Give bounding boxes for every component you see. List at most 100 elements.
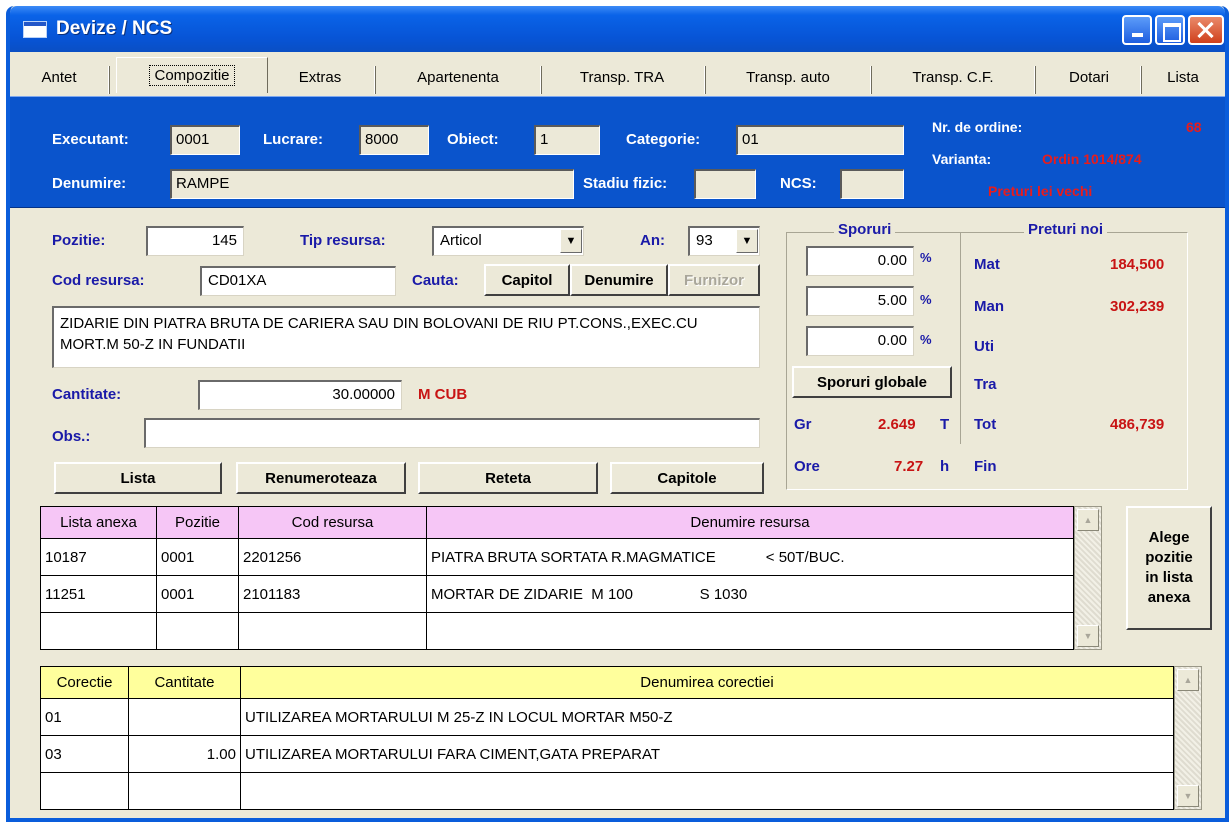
table-cell[interactable] xyxy=(40,612,157,650)
scroll-down-icon[interactable]: ▼ xyxy=(1077,625,1099,647)
column-header[interactable]: Denumirea corectiei xyxy=(240,666,1174,699)
table-cell[interactable]: UTILIZAREA MORTARULUI M 25-Z IN LOCUL MO… xyxy=(240,698,1174,736)
table-cell[interactable]: 11251 xyxy=(40,575,157,613)
column-header[interactable]: Lista anexa xyxy=(40,506,157,539)
stadiu-fizic-label: Stadiu fizic: xyxy=(583,175,668,192)
tab-transp-tra[interactable]: Transp. TRA xyxy=(548,62,696,92)
tab-apartenenta[interactable]: Apartenenta xyxy=(382,62,534,92)
table-cell[interactable]: UTILIZAREA MORTARULUI FARA CIMENT,GATA P… xyxy=(240,735,1174,773)
tip-resursa-value: Articol xyxy=(440,232,482,249)
tab-extras[interactable]: Extras xyxy=(274,62,366,92)
table-cell[interactable]: MORTAR DE ZIDARIE M 100 S 1030 xyxy=(426,575,1074,613)
table-cell[interactable]: 03 xyxy=(40,735,129,773)
table-row[interactable]: 10187 0001 2201256 PIATRA BRUTA SORTATA … xyxy=(40,538,1074,576)
stadiu-fizic-field[interactable] xyxy=(694,169,756,199)
table-cell[interactable] xyxy=(40,772,129,810)
capitole-button[interactable]: Capitole xyxy=(610,462,764,494)
table-cell[interactable]: 10187 xyxy=(40,538,157,576)
close-button[interactable] xyxy=(1188,15,1224,45)
categorie-field[interactable]: 01 xyxy=(736,125,904,155)
table-cell[interactable] xyxy=(238,612,427,650)
tab-separator xyxy=(1140,66,1142,94)
ncs-field[interactable] xyxy=(840,169,904,199)
table-cell[interactable] xyxy=(426,612,1074,650)
man-label: Man xyxy=(974,298,1004,315)
table-row[interactable] xyxy=(40,612,1074,650)
table-cell[interactable] xyxy=(128,698,241,736)
spor-3-field[interactable]: 0.00 xyxy=(806,326,914,356)
table-cell[interactable]: 01 xyxy=(40,698,129,736)
table-cell[interactable] xyxy=(128,772,241,810)
cantitate-field[interactable]: 30.00000 xyxy=(198,380,402,410)
minimize-button[interactable] xyxy=(1122,15,1152,45)
lista-button[interactable]: Lista xyxy=(54,462,222,494)
sporuri-title: Sporuri xyxy=(834,221,896,238)
table-cell[interactable]: 2101183 xyxy=(238,575,427,613)
an-value: 93 xyxy=(696,232,713,249)
executant-field[interactable]: 0001 xyxy=(170,125,240,155)
preturi-noi-title: Preturi noi xyxy=(1024,221,1108,238)
column-header[interactable]: Pozitie xyxy=(156,506,239,539)
cauta-denumire-button[interactable]: Denumire xyxy=(570,264,668,296)
table-row[interactable] xyxy=(40,772,1174,810)
tab-dotari[interactable]: Dotari xyxy=(1042,62,1136,92)
tab-transp-cf[interactable]: Transp. C.F. xyxy=(878,62,1028,92)
obiect-field[interactable]: 1 xyxy=(534,125,600,155)
tab-separator xyxy=(374,66,376,94)
table-row[interactable]: 01 UTILIZAREA MORTARULUI M 25-Z IN LOCUL… xyxy=(40,698,1174,736)
cantitate-label: Cantitate: xyxy=(52,386,122,403)
anexa-scrollbar[interactable]: ▲ ▼ xyxy=(1074,506,1102,650)
scroll-down-icon[interactable]: ▼ xyxy=(1177,785,1199,807)
pozitie-field[interactable]: 145 xyxy=(146,226,244,256)
tab-compozitie[interactable]: Compozitie xyxy=(116,57,268,93)
lucrare-field[interactable]: 8000 xyxy=(359,125,429,155)
spor-1-pct: % xyxy=(920,250,932,265)
varianta-value: Ordin 1014/874 xyxy=(1042,151,1142,167)
cauta-capitol-button[interactable]: Capitol xyxy=(484,264,570,296)
categorie-label: Categorie: xyxy=(626,131,701,148)
tab-lista[interactable]: Lista xyxy=(1148,62,1218,92)
tra-label: Tra xyxy=(974,376,997,393)
tab-antet[interactable]: Antet xyxy=(18,62,100,92)
tip-resursa-select[interactable]: Articol ▼ xyxy=(432,226,584,256)
pozitie-label: Pozitie: xyxy=(52,232,106,249)
title-bar[interactable]: Devize / NCS xyxy=(10,6,1225,52)
table-cell[interactable]: 2201256 xyxy=(238,538,427,576)
dropdown-arrow-icon[interactable]: ▼ xyxy=(560,229,582,253)
table-cell[interactable]: 0001 xyxy=(156,538,239,576)
table-cell[interactable]: PIATRA BRUTA SORTATA R.MAGMATICE < 50T/B… xyxy=(426,538,1074,576)
cauta-furnizor-button[interactable]: Furnizor xyxy=(668,264,760,296)
tot-value: 486,739 xyxy=(1110,416,1165,433)
table-cell[interactable]: 1.00 xyxy=(128,735,241,773)
tab-separator xyxy=(704,66,706,94)
table-cell[interactable] xyxy=(240,772,1174,810)
denumire-field[interactable]: RAMPE xyxy=(170,169,574,199)
scroll-up-icon[interactable]: ▲ xyxy=(1177,669,1199,691)
maximize-button[interactable] xyxy=(1155,15,1185,45)
renumeroteaza-button[interactable]: Renumeroteaza xyxy=(236,462,406,494)
resursa-description[interactable]: ZIDARIE DIN PIATRA BRUTA DE CARIERA SAU … xyxy=(52,306,760,368)
column-header[interactable]: Cantitate xyxy=(128,666,241,699)
dropdown-arrow-icon[interactable]: ▼ xyxy=(736,229,758,253)
tab-transp-auto[interactable]: Transp. auto xyxy=(712,62,864,92)
tip-resursa-label: Tip resursa: xyxy=(300,232,386,249)
table-row[interactable]: 11251 0001 2101183 MORTAR DE ZIDARIE M 1… xyxy=(40,575,1074,613)
spor-2-field[interactable]: 5.00 xyxy=(806,286,914,316)
group-divider xyxy=(960,232,961,444)
table-cell[interactable]: 0001 xyxy=(156,575,239,613)
an-select[interactable]: 93 ▼ xyxy=(688,226,760,256)
table-row[interactable]: 03 1.00 UTILIZAREA MORTARULUI FARA CIMEN… xyxy=(40,735,1174,773)
table-cell[interactable] xyxy=(156,612,239,650)
column-header[interactable]: Cod resursa xyxy=(238,506,427,539)
scroll-up-icon[interactable]: ▲ xyxy=(1077,509,1099,531)
reteta-button[interactable]: Reteta xyxy=(418,462,598,494)
column-header[interactable]: Denumire resursa xyxy=(426,506,1074,539)
cod-resursa-field[interactable]: CD01XA xyxy=(200,266,396,296)
alege-pozitie-button[interactable]: Alege pozitie in lista anexa xyxy=(1126,506,1212,630)
obs-field[interactable] xyxy=(144,418,760,448)
corectii-scrollbar[interactable]: ▲ ▼ xyxy=(1174,666,1202,810)
column-header[interactable]: Corectie xyxy=(40,666,129,699)
gr-label: Gr xyxy=(794,416,812,433)
spor-1-field[interactable]: 0.00 xyxy=(806,246,914,276)
sporuri-globale-button[interactable]: Sporuri globale xyxy=(792,366,952,398)
